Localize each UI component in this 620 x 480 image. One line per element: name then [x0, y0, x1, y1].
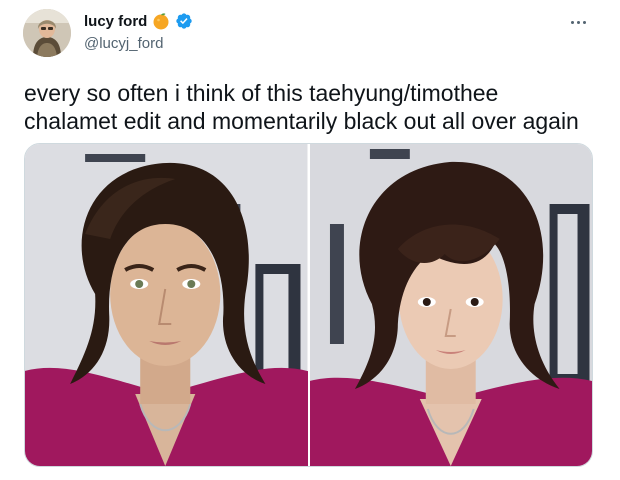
dot-icon	[576, 20, 580, 24]
tweet-media[interactable]	[24, 143, 593, 467]
verified-badge-icon	[176, 13, 193, 29]
avatar-image	[23, 9, 71, 57]
dot-icon	[582, 20, 586, 24]
tweet-text: every so often i think of this taehyung/…	[24, 80, 579, 134]
portrait-left-image	[25, 144, 308, 466]
photo-left[interactable]	[25, 144, 308, 466]
more-options-icon[interactable]	[567, 14, 589, 30]
portrait-right-image	[309, 144, 592, 466]
photo-right[interactable]	[309, 144, 592, 466]
author-name-row: lucy ford	[84, 12, 193, 30]
author-display-name[interactable]: lucy ford	[84, 13, 147, 30]
author-handle[interactable]: @lucyj_ford	[84, 35, 163, 52]
orange-emoji-icon	[153, 13, 169, 30]
tweet-card: lucy ford @lucyj_ford every so often i t…	[0, 0, 620, 480]
dot-icon	[570, 20, 574, 24]
author-avatar[interactable]	[23, 9, 71, 57]
